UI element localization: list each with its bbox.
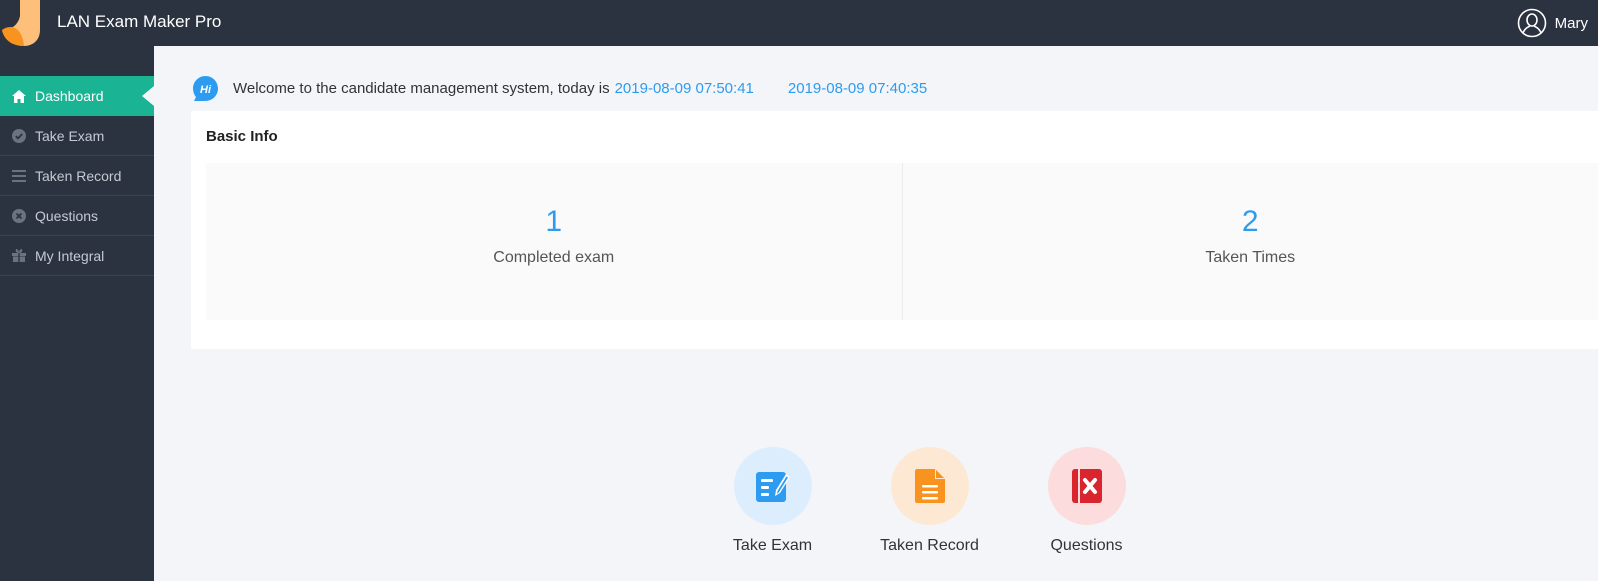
sidebar-item-label: Questions	[35, 207, 99, 224]
stat-completed-exam: 1 Completed exam	[206, 163, 902, 320]
stat-label: Taken Times	[1205, 249, 1296, 266]
shortcut-label: Take Exam	[732, 537, 813, 554]
sidebar-item-taken-record[interactable]: Taken Record	[0, 156, 154, 196]
sidebar-item-label: Taken Record	[35, 167, 122, 184]
shortcut-take-exam[interactable]: Take Exam	[694, 447, 851, 555]
hi-badge-icon: Hi	[193, 76, 218, 101]
app-title: LAN Exam Maker Pro	[57, 12, 222, 31]
stat-taken-times: 2 Taken Times	[901, 163, 1598, 320]
sidebar-item-label: Dashboard	[35, 88, 104, 104]
top-bar: LAN Exam Maker Pro Mary	[0, 0, 1598, 46]
basic-info-title: Basic Info	[206, 128, 278, 145]
file-icon	[914, 469, 945, 503]
shortcut-bar: Take Exam Taken Record Questions	[694, 447, 1165, 555]
shortcut-circle[interactable]	[733, 447, 812, 525]
check-circle-icon	[12, 128, 26, 143]
stat-label: Completed exam	[493, 249, 615, 266]
sidebar-item-my-integral[interactable]: My Integral	[0, 236, 154, 276]
stat-value: 2	[1241, 205, 1259, 238]
sidebar-item-questions[interactable]: Questions	[0, 196, 154, 236]
sidebar-item-label: Take Exam	[35, 127, 105, 144]
home-icon	[12, 89, 26, 103]
sidebar-item-label: My Integral	[35, 247, 105, 264]
wrong-book-icon	[1071, 469, 1102, 503]
welcome-bar: Hi Welcome to the candidate management s…	[193, 76, 927, 101]
current-datetime: 2019-08-09 07:50:41	[614, 80, 754, 97]
shortcut-taken-record[interactable]: Taken Record	[851, 447, 1008, 555]
x-circle-icon	[12, 208, 26, 223]
stats-panel: 1 Completed exam 2 Taken Times	[206, 163, 1598, 320]
shortcut-label: Questions	[1050, 537, 1123, 554]
sidebar-item-take-exam[interactable]: Take Exam	[0, 116, 154, 156]
shortcut-label: Taken Record	[880, 537, 979, 554]
hi-badge-text: Hi	[200, 84, 212, 96]
sidebar-item-dashboard[interactable]: Dashboard	[0, 76, 154, 116]
secondary-datetime: 2019-08-09 07:40:35	[787, 80, 928, 97]
shortcut-questions[interactable]: Questions	[1008, 447, 1165, 555]
user-avatar-icon	[1517, 8, 1546, 38]
shortcut-circle[interactable]	[1047, 447, 1126, 525]
basic-info-card: Basic Info 1 Completed exam 2 Taken Time…	[191, 111, 1598, 349]
welcome-text: Welcome to the candidate management syst…	[233, 80, 610, 97]
app-logo-icon	[2, 0, 40, 46]
list-icon	[12, 169, 26, 183]
user-menu[interactable]: Mary	[1517, 8, 1588, 38]
user-name: Mary	[1554, 14, 1588, 32]
edit-document-icon	[755, 472, 790, 502]
main-content: Hi Welcome to the candidate management s…	[154, 46, 1598, 581]
gift-icon	[12, 249, 26, 263]
shortcut-circle[interactable]	[890, 447, 969, 525]
stat-value: 1	[545, 205, 563, 238]
sidebar: Dashboard Take Exam Taken Record Questio…	[0, 46, 154, 581]
